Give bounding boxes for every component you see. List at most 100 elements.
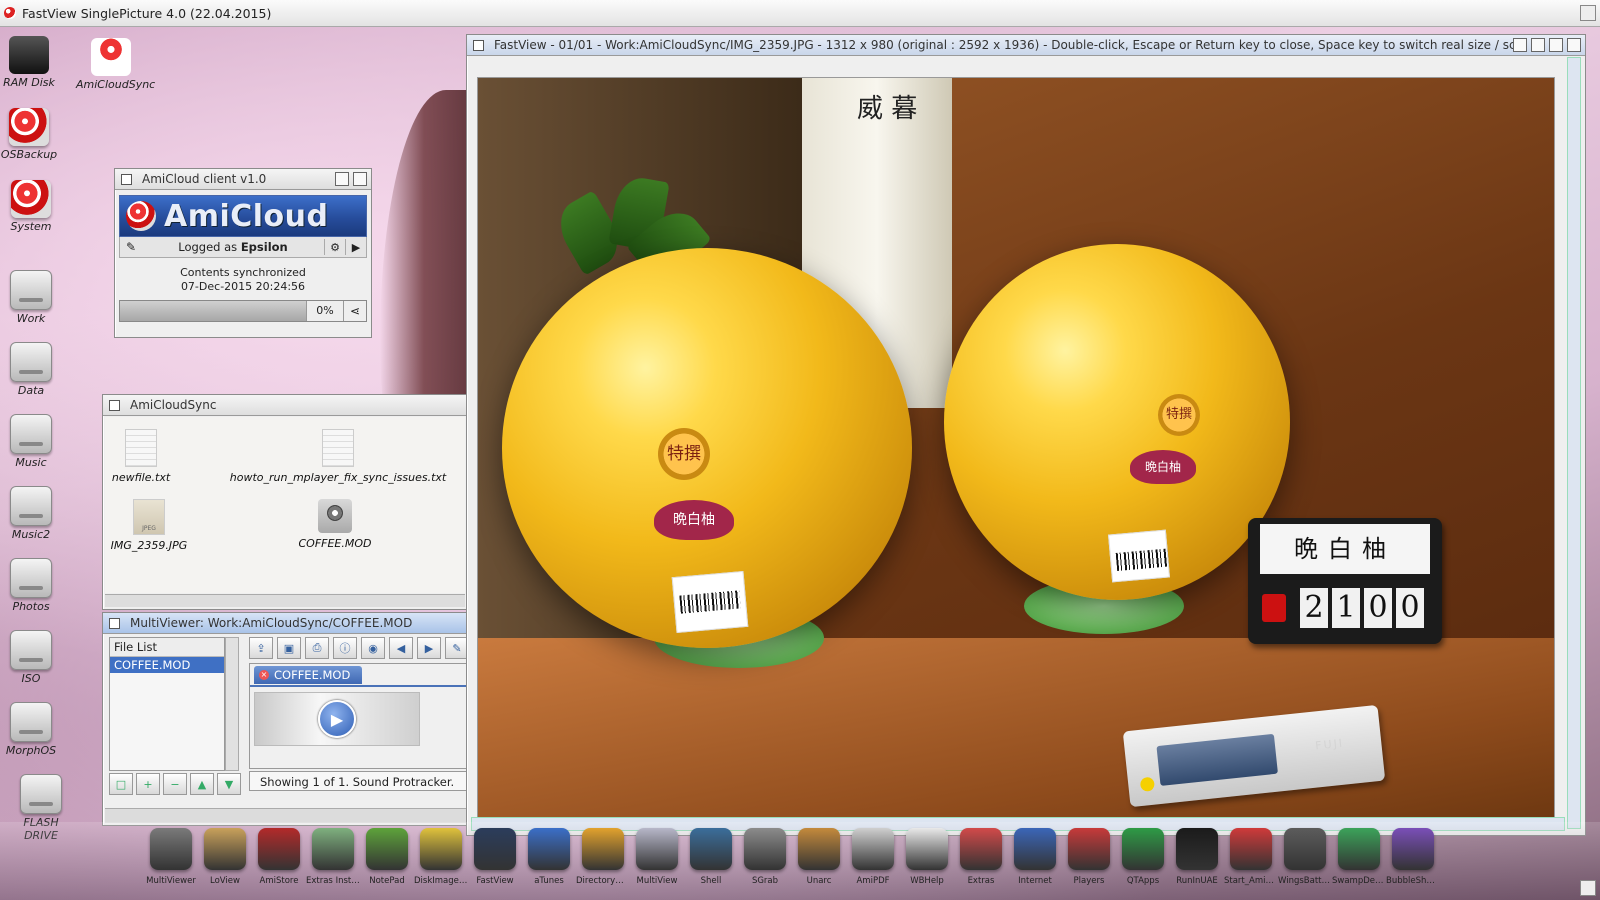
amicloudsync-drawer-window[interactable]: AmiCloudSync newfile.txt howto_run_mplay… [102, 394, 468, 610]
price-digit: 1 [1332, 588, 1360, 628]
window-title-bar[interactable]: FastView - 01/01 - Work:AmiCloudSync/IMG… [467, 35, 1585, 56]
variety-label-left: 晩白柚 [654, 500, 734, 540]
dock-item-qtapps[interactable]: QTApps [1116, 828, 1170, 886]
amicloud-client-window[interactable]: AmiCloud client v1.0 AmiCloud ✎ Logged a… [114, 168, 372, 338]
photo-view[interactable]: 威 暮 特撰 特撰 晩白柚 晩白柚 晩白柚 2 1 0 0 FUJI [477, 77, 1555, 819]
file-list-item[interactable]: COFFEE.MOD [110, 657, 224, 673]
zoom-icon[interactable] [1549, 38, 1563, 52]
dock-item-directoryop[interactable]: DirectoryOp.. [576, 828, 630, 886]
close-tab-icon[interactable]: × [259, 670, 269, 680]
move-up-icon[interactable]: ▲ [190, 773, 214, 795]
vertical-scrollbar[interactable] [1567, 57, 1581, 829]
dock-item-internet[interactable]: Internet [1008, 828, 1062, 886]
dock-item-players[interactable]: Players [1062, 828, 1116, 886]
dock-item-multiviewer[interactable]: MultiViewer [144, 828, 198, 886]
dock-item-label: WBHelp [910, 876, 944, 886]
dock-item-swampdefe[interactable]: SwampDefe.. [1332, 828, 1386, 886]
price-sign-mark [1262, 594, 1286, 622]
tab-coffee-mod[interactable]: × COFFEE.MOD [254, 666, 363, 684]
device-brand: FUJI [1314, 736, 1345, 753]
dock-item-fastview[interactable]: FastView [468, 828, 522, 886]
dock-item-loview[interactable]: LoView [198, 828, 252, 886]
dock-item-label: Unarc [806, 876, 832, 886]
save-icon[interactable]: ▣ [277, 637, 301, 659]
file-icon-coffee-mod[interactable]: COFFEE.MOD [295, 499, 375, 550]
close-icon[interactable] [109, 399, 120, 411]
play-button[interactable]: ▶ [318, 700, 356, 738]
dock-item-bubbleshoo[interactable]: BubbleShoo.. [1386, 828, 1440, 886]
print-icon[interactable]: ⎙ [305, 637, 329, 659]
desktop-icon-osbackup[interactable]: OSBackup [0, 108, 64, 161]
dock-item-label: Extras [967, 876, 995, 886]
add-file-icon[interactable]: + [136, 773, 160, 795]
pin-icon[interactable]: ✎ [120, 240, 142, 254]
desktop-icon-ram-disk[interactable]: RAM Disk [0, 36, 64, 89]
depth-icon[interactable] [1567, 38, 1581, 52]
forward-icon[interactable]: ▶ [417, 637, 441, 659]
open-icon[interactable]: ⇪ [249, 637, 273, 659]
close-icon[interactable] [473, 39, 484, 51]
desktop-icon-data[interactable]: Data [0, 342, 66, 397]
dock-item-multiview[interactable]: MultiView [630, 828, 684, 886]
desktop-icon-music[interactable]: Music [0, 414, 66, 469]
window-title: MultiViewer: Work:AmiCloudSync/COFFEE.MO… [130, 616, 413, 630]
desktop-icon-label: Data [17, 384, 45, 397]
desktop-icon-iso[interactable]: ISO [0, 630, 66, 685]
depth-icon[interactable] [353, 172, 367, 186]
dock-item-sgrab[interactable]: SGrab [738, 828, 792, 886]
info-icon[interactable]: ⓘ [333, 637, 357, 659]
move-down-icon[interactable]: ▼ [217, 773, 241, 795]
dock-item-unarc[interactable]: Unarc [792, 828, 846, 886]
dock-item-wingsbattlefield-in[interactable]: WingsBattlefield.in.. [1278, 828, 1332, 886]
window-title-bar[interactable]: AmiCloudSync [103, 395, 467, 416]
iconify-icon[interactable] [1513, 38, 1527, 52]
price-sign: 晩白柚 2 1 0 0 [1248, 518, 1442, 644]
horizontal-scrollbar[interactable] [105, 594, 465, 607]
back-icon[interactable]: ◀ [389, 637, 413, 659]
window-title-bar[interactable]: AmiCloud client v1.0 [115, 169, 371, 190]
dock-item-notepad[interactable]: NotePad [360, 828, 414, 886]
desktop-icon-photos[interactable]: Photos [0, 558, 66, 613]
dock-item-wbhelp[interactable]: WBHelp [900, 828, 954, 886]
zoom-icon[interactable] [335, 172, 349, 186]
dock-item-shell[interactable]: Shell [684, 828, 738, 886]
tab-label: COFFEE.MOD [274, 668, 351, 682]
dock-item-runinuae[interactable]: RunInUAE [1170, 828, 1224, 886]
login-status: Logged as Epsilon [142, 240, 324, 254]
desktop-icon-morphos[interactable]: MorphOS [0, 702, 66, 757]
fastview-window[interactable]: FastView - 01/01 - Work:AmiCloudSync/IMG… [466, 34, 1586, 836]
dock-item-label: RunInUAE [1176, 876, 1218, 886]
desktop-icon-work[interactable]: Work [0, 270, 66, 325]
dock-item-extras-install[interactable]: Extras Install.. [306, 828, 360, 886]
desktop-icon-system[interactable]: System [0, 180, 66, 233]
dock-item-diskimageg[interactable]: DiskImageG.. [414, 828, 468, 886]
dock-item-start-amicygnix-b[interactable]: Start_AmiCygnix.b.. [1224, 828, 1278, 886]
file-label: howto_run_mplayer_fix_sync_issues.txt [229, 471, 447, 484]
gear-icon[interactable]: ⚙ [324, 239, 345, 255]
drive-icon [10, 270, 52, 310]
dock-item-amipdf[interactable]: AmiPDF [846, 828, 900, 886]
close-icon[interactable] [121, 173, 132, 185]
new-file-icon[interactable]: □ [109, 773, 133, 795]
file-icon-newfile[interactable]: newfile.txt [111, 429, 171, 484]
dock-item-extras[interactable]: Extras [954, 828, 1008, 886]
login-prefix: Logged as [178, 240, 238, 254]
play-icon[interactable]: ▶ [345, 239, 366, 255]
screen-depth-gadget[interactable] [1580, 5, 1596, 21]
view-icon[interactable]: ◉ [361, 637, 385, 659]
file-list-scrollbar[interactable] [225, 637, 239, 771]
snapshot-icon[interactable] [1531, 38, 1545, 52]
remove-file-icon[interactable]: − [163, 773, 187, 795]
file-icon-howto[interactable]: howto_run_mplayer_fix_sync_issues.txt [223, 429, 453, 484]
desktop-icon-amicloudsync[interactable]: AmiCloudSync [76, 38, 155, 91]
file-icon-img-2359[interactable]: IMG_2359.JPG [109, 499, 189, 552]
device-screen [1156, 733, 1278, 786]
desktop-icon-music2[interactable]: Music2 [0, 486, 66, 541]
share-icon[interactable]: ⋖ [343, 301, 366, 321]
dock-item-amistore[interactable]: AmiStore [252, 828, 306, 886]
dock-depth-gadget[interactable] [1580, 880, 1596, 896]
app-icon [258, 828, 300, 870]
dock-item-atunes[interactable]: aTunes [522, 828, 576, 886]
screen-title-bar[interactable]: FastView SinglePicture 4.0 (22.04.2015) [0, 0, 1600, 27]
close-icon[interactable] [109, 617, 120, 629]
